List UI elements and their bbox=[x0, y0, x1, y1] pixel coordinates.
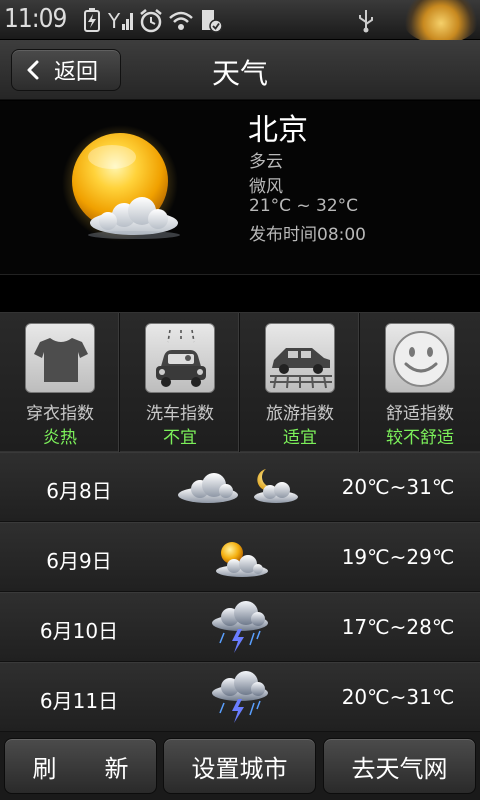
partly-cloudy-icon bbox=[216, 542, 268, 577]
status-clock: 11:09 bbox=[4, 4, 67, 34]
forecast-list: 6月8日 20℃~31℃ 6月9日 19℃~29℃ 6月10日 17℃~28℃ … bbox=[0, 452, 480, 732]
index-value: 不宜 bbox=[163, 428, 197, 448]
forecast-temperature: 19℃~29℃ bbox=[341, 545, 455, 569]
forecast-temperature: 20℃~31℃ bbox=[341, 475, 455, 499]
index-name: 洗车指数 bbox=[146, 404, 214, 424]
index-value: 炎热 bbox=[43, 428, 77, 448]
refresh-button[interactable]: 刷 新 bbox=[4, 738, 157, 794]
index-travel[interactable]: 旅游指数 适宜 bbox=[240, 313, 360, 453]
status-bar: 11:09 Y bbox=[0, 0, 480, 44]
wifi-icon bbox=[169, 11, 193, 30]
forecast-date: 6月9日 bbox=[46, 549, 112, 573]
usb-icon bbox=[359, 10, 373, 33]
forecast-temperature: 17℃~28℃ bbox=[341, 615, 455, 639]
thunderstorm-icon bbox=[212, 601, 268, 653]
index-name: 旅游指数 bbox=[266, 404, 334, 424]
tshirt-icon bbox=[25, 323, 95, 393]
spacer-band bbox=[0, 275, 480, 312]
notification-glow-icon bbox=[402, 0, 480, 44]
forecast-date: 6月8日 bbox=[46, 479, 112, 503]
set-city-button[interactable]: 设置城市 bbox=[163, 738, 316, 794]
page-title: 天气 bbox=[211, 57, 268, 90]
forecast-row: 6月10日 17℃~28℃ bbox=[0, 592, 480, 662]
car-wash-icon bbox=[145, 323, 215, 393]
cloudy-to-partly-cloudy-night-icon bbox=[178, 469, 298, 503]
current-weather-panel: 北京 多云 微风 21°C ~ 32°C 发布时间08:00 bbox=[0, 101, 480, 275]
sd-card-icon bbox=[202, 10, 223, 33]
index-car-wash[interactable]: 洗车指数 不宜 bbox=[120, 313, 240, 453]
index-name: 穿衣指数 bbox=[26, 404, 94, 424]
weather-condition: 多云 bbox=[249, 152, 283, 172]
thunderstorm-icon bbox=[212, 671, 268, 723]
city-name: 北京 bbox=[248, 113, 308, 148]
publish-time: 发布时间08:00 bbox=[249, 225, 366, 245]
forecast-date: 6月11日 bbox=[39, 689, 119, 713]
forecast-row: 6月8日 20℃~31℃ bbox=[0, 452, 480, 522]
index-comfort[interactable]: 舒适指数 较不舒适 bbox=[360, 313, 480, 453]
index-value: 较不舒适 bbox=[386, 428, 454, 448]
life-indices: 穿衣指数 炎热 洗车指数 不宜 旅游指数 适宜 舒适指数 较不舒适 bbox=[0, 312, 480, 453]
battery-charging-icon bbox=[84, 8, 100, 32]
sun-cloud-icon bbox=[62, 125, 180, 241]
title-bar: 返回 天气 bbox=[0, 40, 480, 100]
index-clothing[interactable]: 穿衣指数 炎热 bbox=[0, 313, 120, 453]
forecast-row: 6月11日 20℃~31℃ bbox=[0, 662, 480, 732]
travel-car-icon bbox=[265, 323, 335, 393]
forecast-row: 6月9日 19℃~29℃ bbox=[0, 522, 480, 592]
bottom-toolbar: 刷 新 设置城市 去天气网 bbox=[0, 732, 480, 800]
temperature-range: 21°C ~ 32°C bbox=[249, 196, 359, 216]
index-value: 适宜 bbox=[283, 428, 317, 448]
forecast-date: 6月10日 bbox=[39, 619, 119, 643]
index-name: 舒适指数 bbox=[386, 404, 454, 424]
signal-icon: Y bbox=[108, 9, 133, 33]
weather-site-button[interactable]: 去天气网 bbox=[323, 738, 476, 794]
alarm-icon bbox=[140, 9, 162, 33]
svg-text:Y: Y bbox=[108, 9, 121, 33]
smiley-icon bbox=[385, 323, 455, 393]
wind-description: 微风 bbox=[249, 177, 283, 197]
forecast-temperature: 20℃~31℃ bbox=[341, 685, 455, 709]
